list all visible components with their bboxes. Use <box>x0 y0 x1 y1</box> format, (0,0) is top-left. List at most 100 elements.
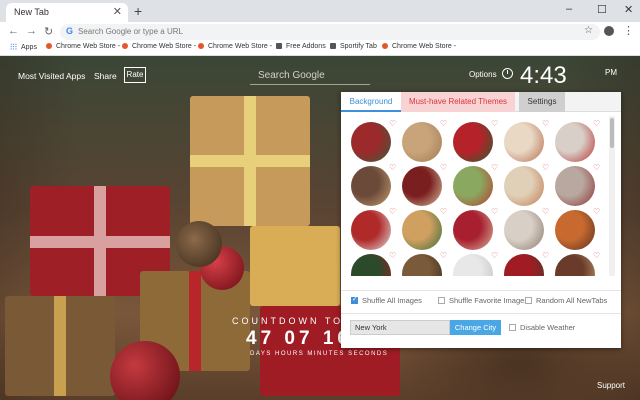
profile-icon[interactable] <box>604 26 614 36</box>
favorite-heart-icon[interactable]: ♡ <box>542 163 549 172</box>
favorite-heart-icon[interactable]: ♡ <box>389 119 396 128</box>
menu-icon[interactable]: ⋮ <box>623 24 634 37</box>
clock-icon[interactable] <box>502 68 513 79</box>
background-thumbnail[interactable] <box>504 210 544 250</box>
favorite-heart-icon[interactable]: ♡ <box>440 207 447 216</box>
bookmark-item[interactable]: Chrome Web Store - <box>122 43 196 50</box>
gift-kraft <box>5 296 115 396</box>
sportify-icon <box>330 43 336 49</box>
addons-icon <box>276 43 282 49</box>
favorite-heart-icon[interactable]: ♡ <box>542 119 549 128</box>
background-thumbnail[interactable] <box>351 254 391 276</box>
background-thumbnail[interactable] <box>351 210 391 250</box>
bookmark-item[interactable]: Chrome Web Store - <box>46 43 120 50</box>
search-underline <box>250 84 370 85</box>
background-thumbnail-grid: ♡ ♡ ♡ ♡ ♡ ♡ ♡ ♡ ♡ ♡ ♡ ♡ ♡ ♡ ♡ ♡ ♡ ♡ ♡ ♡ <box>349 118 609 276</box>
favorite-heart-icon[interactable]: ♡ <box>440 119 447 128</box>
search-input[interactable]: Search Google <box>258 70 325 81</box>
bookmark-item[interactable]: Sportify Tab <box>330 43 377 50</box>
bookmark-item[interactable]: Free Addons <box>276 43 326 50</box>
divider <box>341 290 621 291</box>
countdown-title: COUNTDOWN TO C <box>232 316 359 326</box>
browser-tab[interactable]: New Tab ✕ <box>6 3 128 22</box>
bookmarks-bar: Apps Chrome Web Store - Chrome Web Store… <box>0 42 640 56</box>
chrome-store-icon <box>198 43 204 49</box>
tab-close-icon[interactable]: ✕ <box>113 5 122 18</box>
background-thumbnail[interactable] <box>453 210 493 250</box>
scrollbar-thumb[interactable] <box>610 118 614 148</box>
favorite-heart-icon[interactable]: ♡ <box>491 207 498 216</box>
background-thumbnail[interactable] <box>351 122 391 162</box>
close-window-icon[interactable]: ✕ <box>624 3 633 16</box>
background-thumbnail[interactable] <box>555 166 595 206</box>
tab-background[interactable]: Background <box>341 92 401 112</box>
back-icon[interactable]: ← <box>8 25 19 37</box>
clock-ampm: PM <box>605 68 617 77</box>
background-thumbnail[interactable] <box>453 254 493 276</box>
rate-button[interactable]: Rate <box>124 67 146 83</box>
favorite-heart-icon[interactable]: ♡ <box>440 163 447 172</box>
clock-time: 4:43 <box>520 62 567 89</box>
new-tab-button[interactable]: + <box>134 3 142 19</box>
background-thumbnail[interactable] <box>555 210 595 250</box>
favorite-heart-icon[interactable]: ♡ <box>491 251 498 260</box>
favorite-heart-icon[interactable]: ♡ <box>491 119 498 128</box>
bookmark-item[interactable]: Chrome Web Store - <box>198 43 272 50</box>
apps-link[interactable]: Apps <box>66 71 85 81</box>
background-thumbnail[interactable] <box>453 166 493 206</box>
pine-cone <box>176 221 222 267</box>
favorite-heart-icon[interactable]: ♡ <box>491 163 498 172</box>
most-visited-link[interactable]: Most Visited <box>18 71 64 81</box>
omnibox-placeholder: Search Google or type a URL <box>78 27 183 36</box>
shuffle-favorite-checkbox[interactable] <box>438 297 445 304</box>
background-thumbnail[interactable] <box>402 254 442 276</box>
newtab-page: Most Visited Apps Share Rate Search Goog… <box>0 56 640 400</box>
favorite-heart-icon[interactable]: ♡ <box>440 251 447 260</box>
background-thumbnail[interactable] <box>351 166 391 206</box>
reload-icon[interactable]: ↻ <box>44 25 53 38</box>
omnibox[interactable]: G Search Google or type a URL <box>60 24 600 40</box>
chrome-store-icon <box>46 43 52 49</box>
background-thumbnail[interactable] <box>402 166 442 206</box>
countdown-units: DAYS HOURS MINUTES SECONDS <box>250 351 389 357</box>
city-input[interactable] <box>350 320 450 335</box>
share-link[interactable]: Share <box>94 71 117 81</box>
favorite-heart-icon[interactable]: ♡ <box>593 163 600 172</box>
options-panel: Background Must-have Related Themes Sett… <box>341 92 621 348</box>
bookmark-star-icon[interactable]: ☆ <box>584 25 593 36</box>
favorite-heart-icon[interactable]: ♡ <box>593 251 600 260</box>
forward-icon[interactable]: → <box>26 25 37 37</box>
options-link[interactable]: Options <box>469 70 497 79</box>
favorite-heart-icon[interactable]: ♡ <box>542 251 549 260</box>
favorite-heart-icon[interactable]: ♡ <box>542 207 549 216</box>
background-thumbnail[interactable] <box>453 122 493 162</box>
shuffle-favorite-label: Shuffle Favorite Images <box>449 296 529 305</box>
disable-weather-checkbox[interactable] <box>509 324 516 331</box>
random-all-checkbox[interactable] <box>525 297 532 304</box>
favorite-heart-icon[interactable]: ♡ <box>389 163 396 172</box>
maximize-icon[interactable]: ☐ <box>597 3 607 16</box>
background-thumbnail[interactable] <box>402 210 442 250</box>
favorite-heart-icon[interactable]: ♡ <box>389 207 396 216</box>
apps-grid-icon <box>10 43 17 50</box>
bookmark-item[interactable]: Chrome Web Store - <box>382 43 456 50</box>
minimize-icon[interactable]: – <box>566 3 572 15</box>
background-thumbnail[interactable] <box>555 254 595 276</box>
random-all-label: Random All NewTabs <box>536 296 608 305</box>
favorite-heart-icon[interactable]: ♡ <box>389 251 396 260</box>
thumbnail-scrollbar[interactable] <box>609 116 615 276</box>
tab-title: New Tab <box>14 7 49 17</box>
background-thumbnail[interactable] <box>402 122 442 162</box>
change-city-button[interactable]: Change City <box>450 320 501 335</box>
shuffle-all-checkbox[interactable] <box>351 295 358 304</box>
background-thumbnail[interactable] <box>555 122 595 162</box>
background-thumbnail[interactable] <box>504 122 544 162</box>
favorite-heart-icon[interactable]: ♡ <box>593 119 600 128</box>
tab-related-themes[interactable]: Must-have Related Themes <box>401 92 515 112</box>
background-thumbnail[interactable] <box>504 254 544 276</box>
favorite-heart-icon[interactable]: ♡ <box>593 207 600 216</box>
bookmark-apps[interactable]: Apps <box>10 43 37 51</box>
support-link[interactable]: Support <box>597 381 625 390</box>
tab-settings[interactable]: Settings <box>519 92 565 112</box>
background-thumbnail[interactable] <box>504 166 544 206</box>
